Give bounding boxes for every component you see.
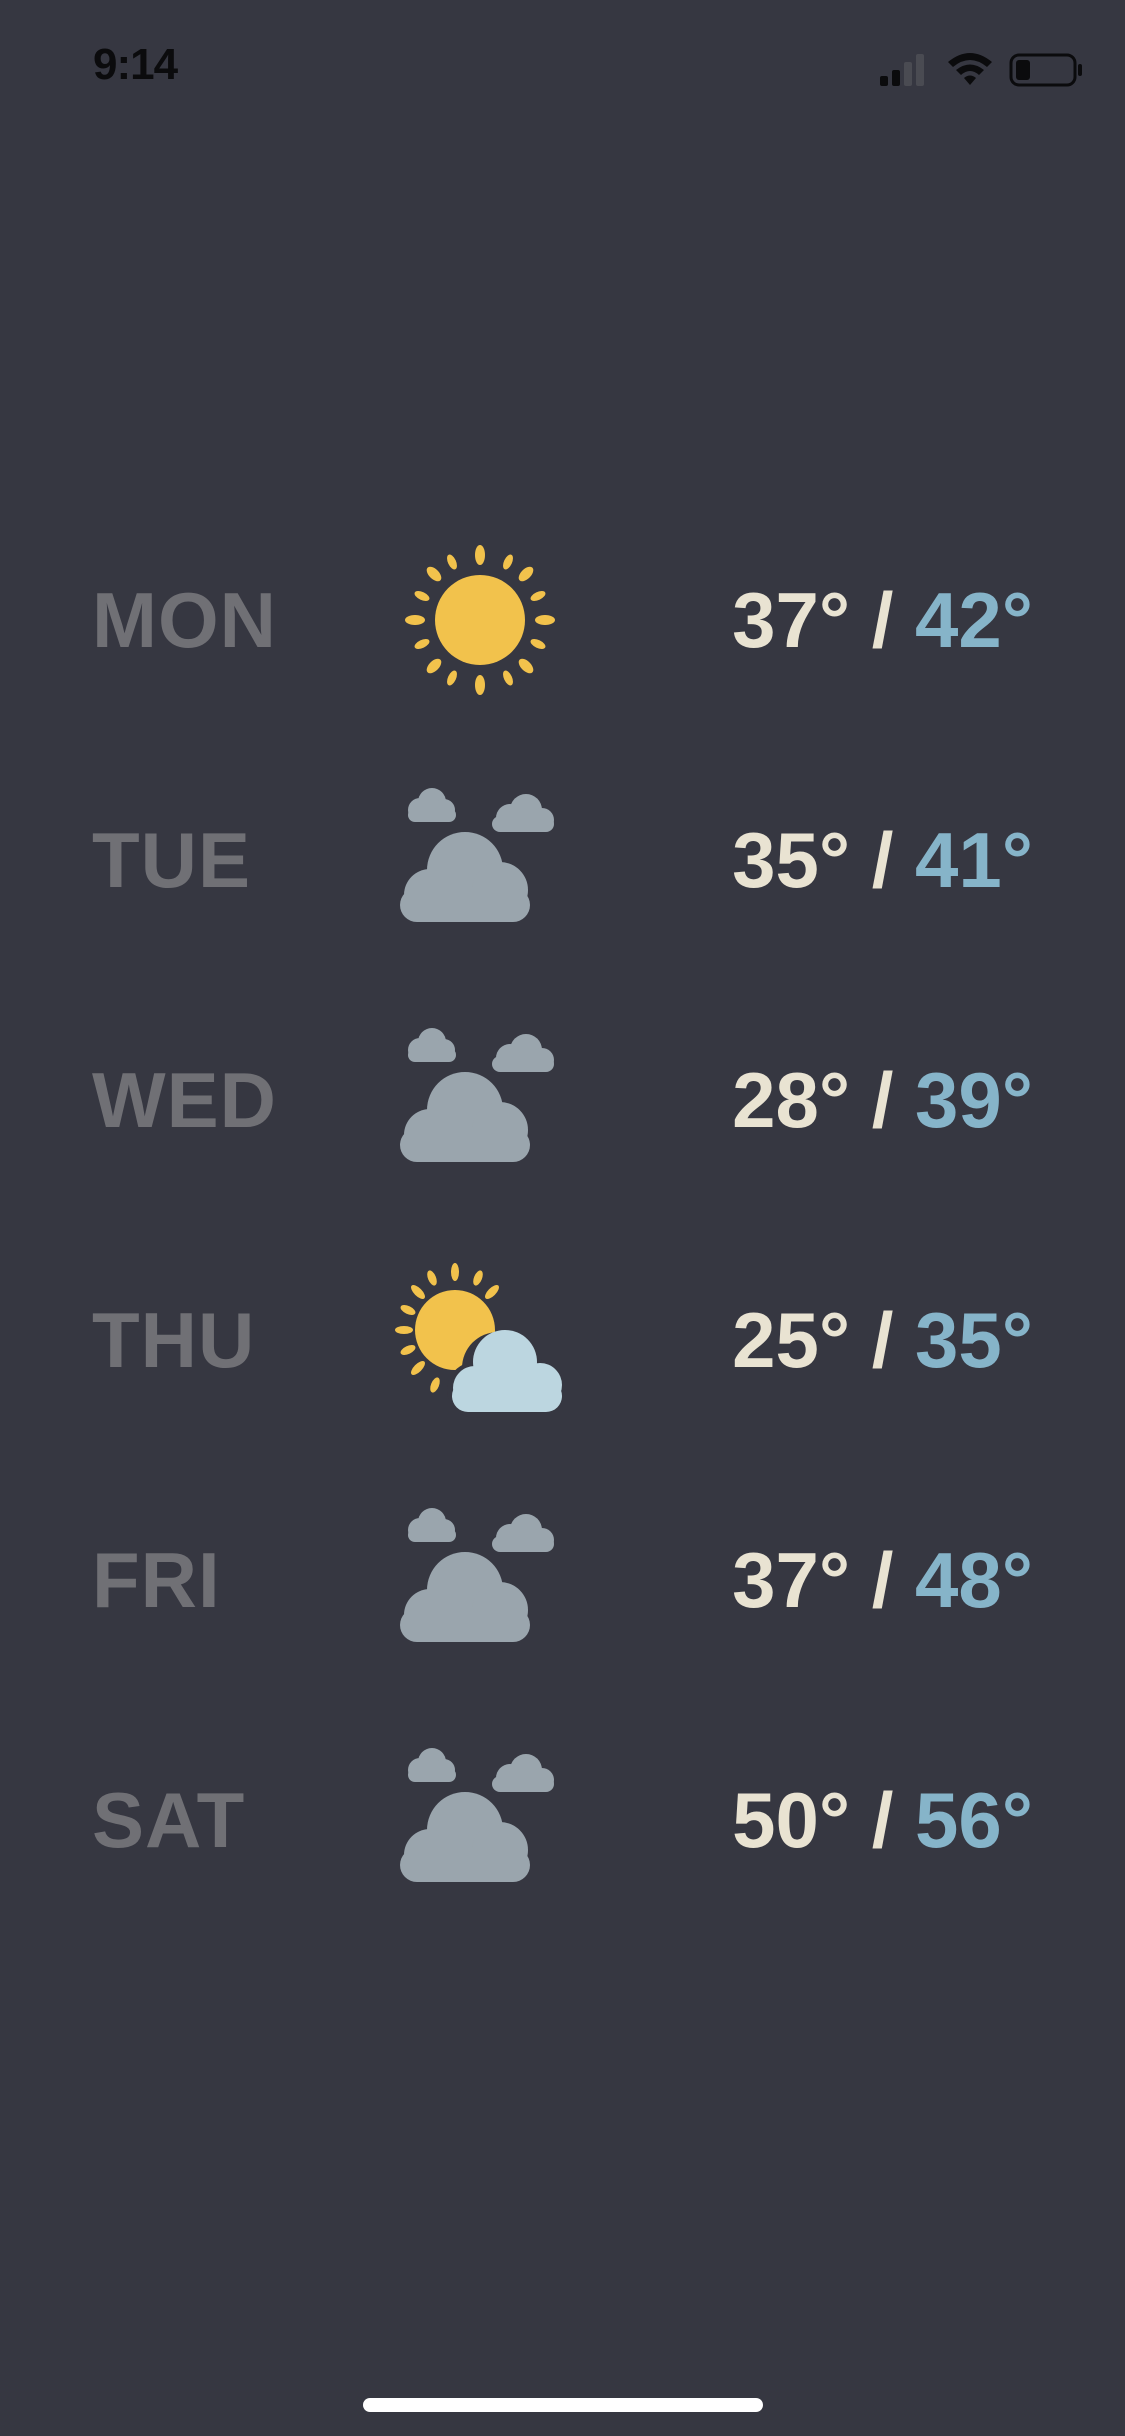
forecast-row-thu: THU 25° / 35° (0, 1250, 1125, 1430)
forecast-row-fri: FRI 37° / 48° (0, 1490, 1125, 1670)
temp-separator: / (871, 1536, 894, 1624)
cloudy-icon (400, 788, 554, 922)
temperature-range: 25° / 35° (732, 1300, 1033, 1380)
cloudy-icon (400, 1748, 554, 1882)
cloudy-icon (400, 1508, 554, 1642)
temp-separator: / (871, 576, 894, 664)
temperature-range: 50° / 56° (732, 1780, 1033, 1860)
day-label: FRI (92, 1536, 221, 1624)
high-temp: 42° (915, 576, 1033, 664)
status-icons (880, 53, 1082, 87)
temp-separator: / (871, 1296, 894, 1384)
forecast-row-mon: MON 37° / 42° (0, 530, 1125, 710)
wifi-icon (948, 53, 992, 85)
forecast-row-tue: TUE 35° / 41° (0, 770, 1125, 950)
home-indicator[interactable] (363, 2398, 763, 2412)
low-temp: 37° (732, 1536, 851, 1624)
day-label: SAT (92, 1776, 246, 1864)
forecast-row-sat: SAT 50° / 56° (0, 1730, 1125, 1910)
temp-separator: / (871, 1776, 894, 1864)
temp-separator: / (871, 816, 894, 904)
high-temp: 48° (915, 1536, 1033, 1624)
high-temp: 39° (915, 1056, 1033, 1144)
temperature-range: 37° / 42° (732, 580, 1033, 660)
day-label: MON (92, 576, 277, 664)
low-temp: 37° (732, 576, 851, 664)
forecast-row-wed: WED 28° / 39° (0, 1010, 1125, 1190)
low-temp: 28° (732, 1056, 851, 1144)
high-temp: 41° (915, 816, 1033, 904)
high-temp: 56° (915, 1776, 1033, 1864)
partly-cloudy-icon (395, 1263, 562, 1418)
battery-icon (1009, 53, 1082, 87)
low-temp: 35° (732, 816, 851, 904)
status-bar: 9:14 (0, 0, 1125, 140)
day-label: TUE (92, 816, 251, 904)
low-temp: 50° (732, 1776, 851, 1864)
temperature-range: 28° / 39° (732, 1060, 1033, 1140)
day-label: THU (92, 1296, 256, 1384)
status-time: 9:14 (93, 40, 178, 89)
temp-separator: / (871, 1056, 894, 1144)
low-temp: 25° (732, 1296, 851, 1384)
cloudy-icon (400, 1028, 554, 1162)
temperature-range: 37° / 48° (732, 1540, 1033, 1620)
day-label: WED (92, 1056, 277, 1144)
high-temp: 35° (915, 1296, 1033, 1384)
sun-icon (405, 545, 555, 695)
cellular-signal-icon (880, 54, 924, 86)
temperature-range: 35° / 41° (732, 820, 1033, 900)
